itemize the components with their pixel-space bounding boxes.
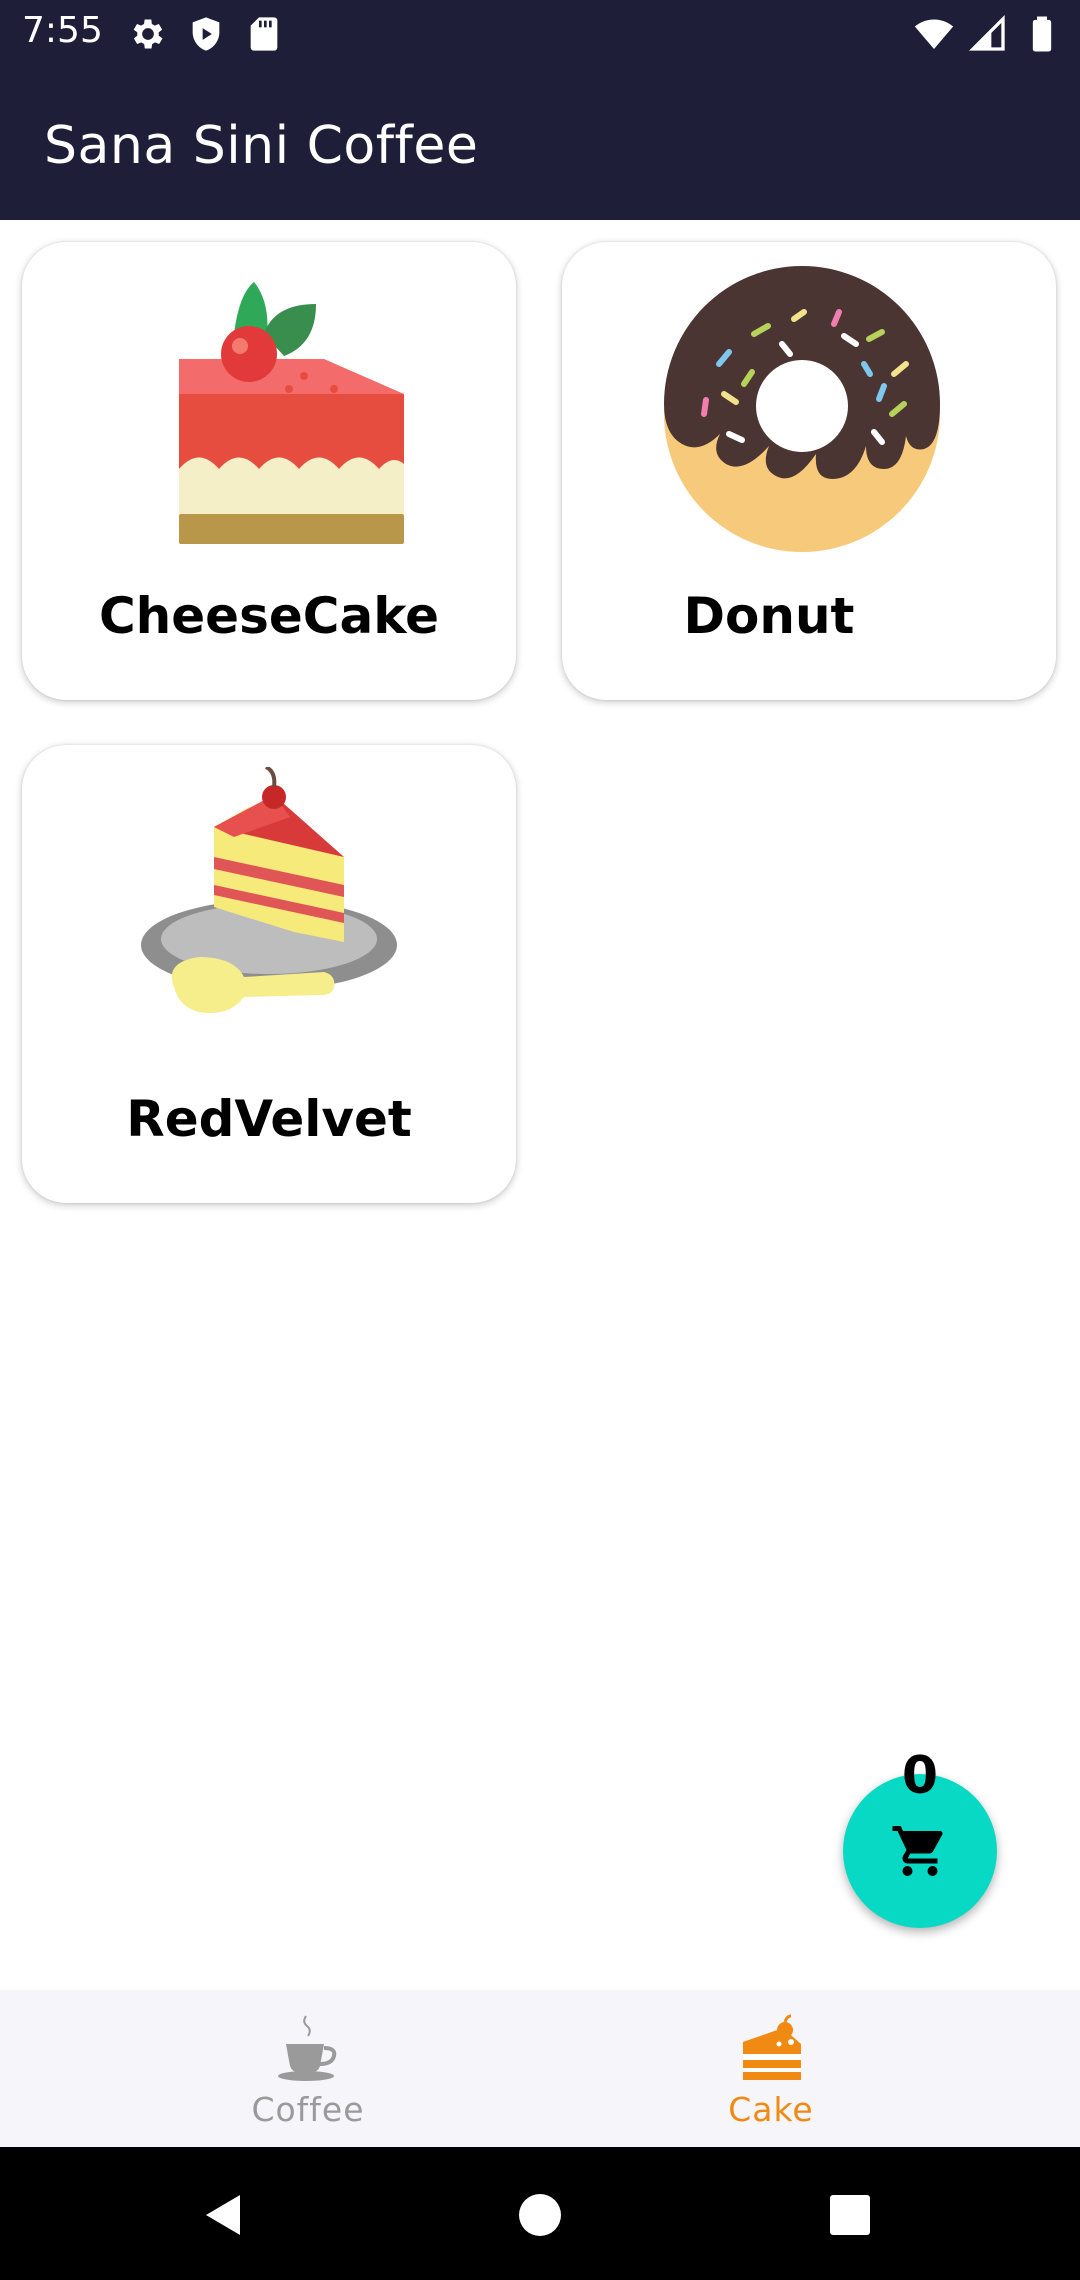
status-time: 7:55 xyxy=(22,10,103,51)
app-title: Sana Sini Coffee xyxy=(44,116,479,176)
product-card-donut[interactable]: Donut xyxy=(562,242,1056,700)
status-icons-right xyxy=(914,14,1062,54)
shield-icon xyxy=(192,17,220,51)
system-navigation-bar xyxy=(0,2147,1080,2280)
app-bar: Sana Sini Coffee xyxy=(0,68,1080,220)
wifi-icon xyxy=(914,19,954,49)
product-card-redvelvet[interactable]: RedVelvet xyxy=(22,745,516,1203)
settings-icon xyxy=(133,19,163,49)
signal-icon xyxy=(968,14,1005,51)
back-icon[interactable] xyxy=(200,2191,248,2239)
redvelvet-image xyxy=(141,767,397,1013)
product-name: Donut xyxy=(683,587,855,645)
nav-label-coffee: Coffee xyxy=(251,2090,365,2129)
recents-icon[interactable] xyxy=(826,2191,874,2239)
nav-item-cake[interactable]: Cake xyxy=(621,1990,921,2147)
status-icons-left xyxy=(128,14,284,54)
cake-icon xyxy=(743,2014,801,2080)
product-name: CheeseCake xyxy=(98,587,440,645)
bottom-navigation: Coffee Cake xyxy=(0,1990,1080,2147)
sd-card-icon xyxy=(250,17,278,51)
nav-label-cake: Cake xyxy=(728,2090,814,2129)
home-icon[interactable] xyxy=(516,2191,564,2239)
coffee-cup-icon xyxy=(278,2015,337,2081)
donut-image xyxy=(664,266,940,552)
cart-icon xyxy=(892,1826,943,1876)
status-bar: 7:55 xyxy=(0,0,1080,68)
product-card-cheesecake[interactable]: CheeseCake xyxy=(22,242,516,700)
nav-item-coffee[interactable]: Coffee xyxy=(158,1990,458,2147)
cheesecake-image xyxy=(179,282,404,544)
cart-count: 0 xyxy=(901,1746,939,1806)
product-name: RedVelvet xyxy=(126,1090,412,1148)
battery-icon xyxy=(1032,16,1052,52)
